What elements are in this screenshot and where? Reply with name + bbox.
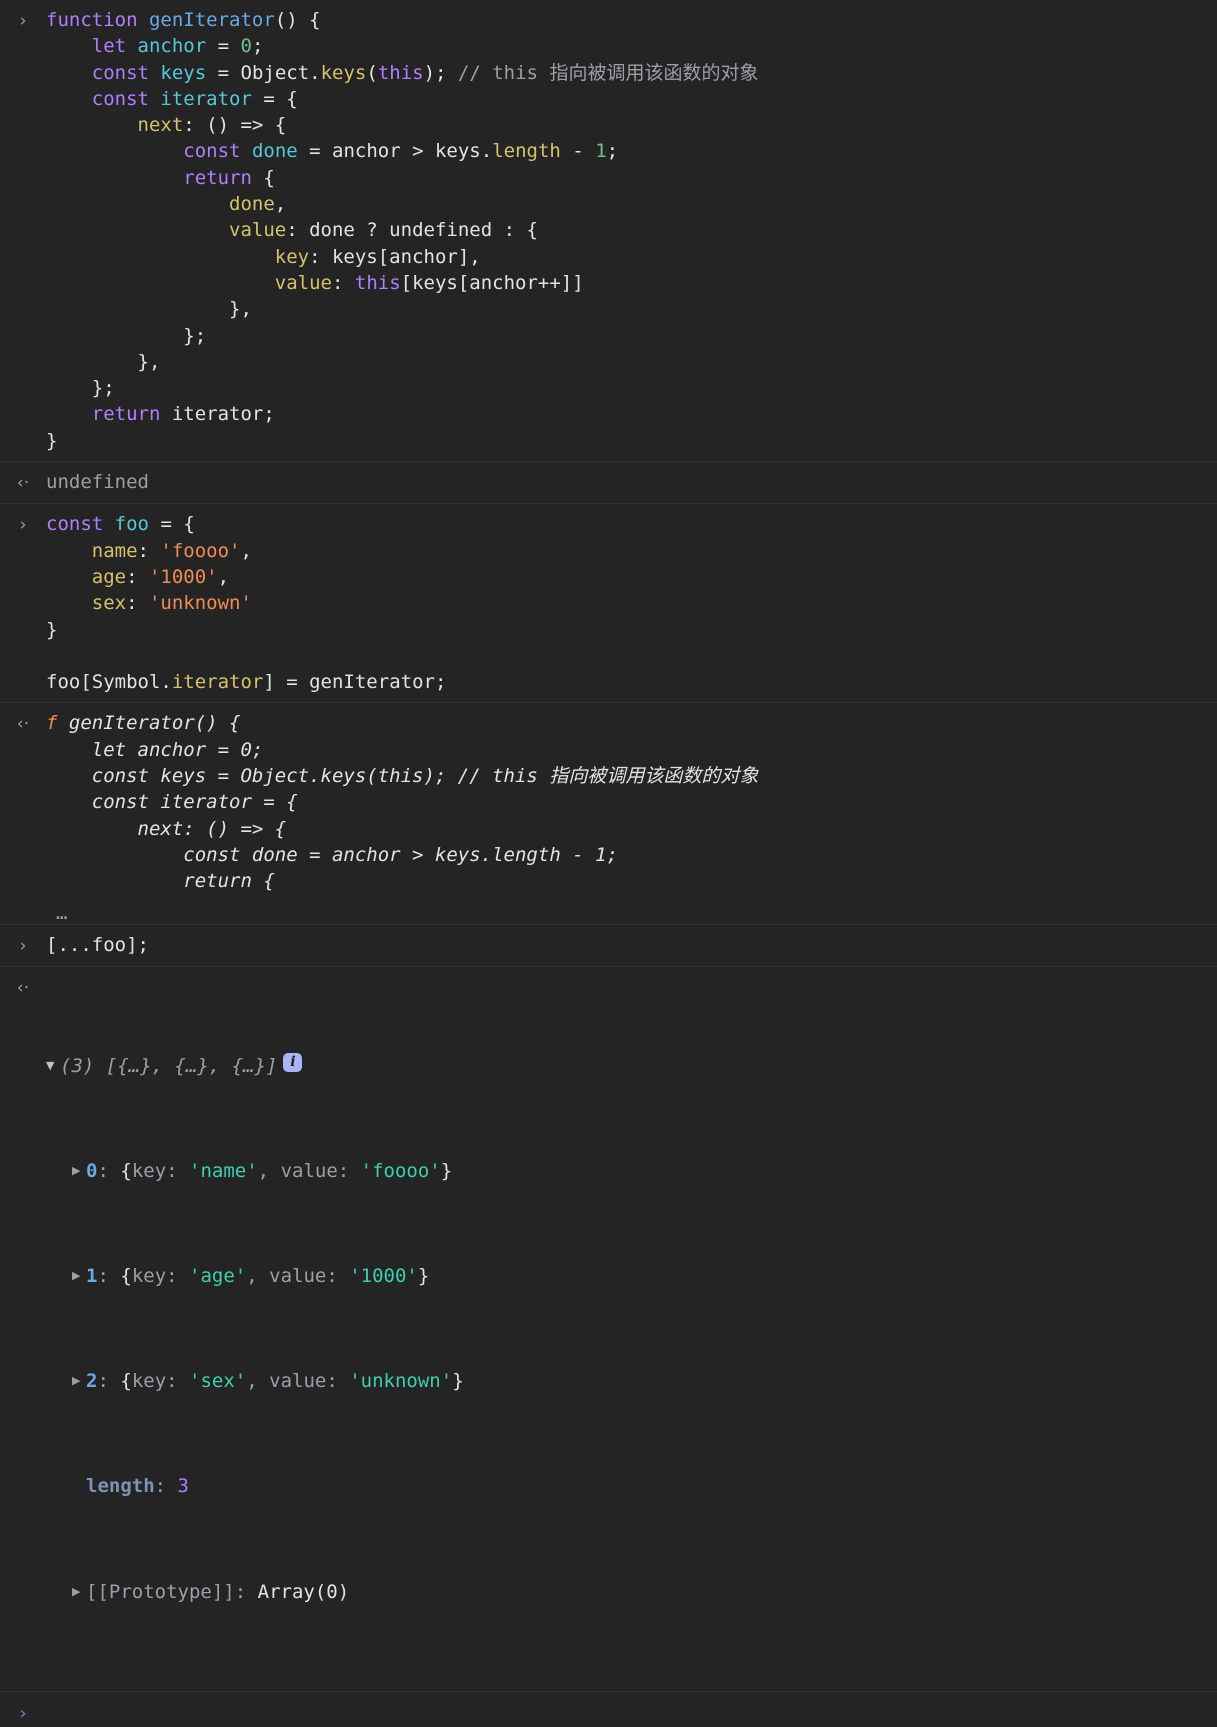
item-key-label: key: xyxy=(131,1265,178,1288)
triangle-collapsed-icon[interactable]: ▶ xyxy=(72,1158,86,1184)
item-value-value: '1000' xyxy=(349,1265,418,1288)
item-separator: : xyxy=(97,1159,109,1182)
console-message-input[interactable]: › [...foo]; xyxy=(0,924,1217,967)
array-item-index: 1 xyxy=(86,1265,98,1288)
result-truncation-ellipsis[interactable]: … xyxy=(0,902,1217,924)
array-item-row[interactable]: ▶ 0: {key: 'name', value: 'foooo'} xyxy=(46,1158,1211,1184)
item-open-brace: { xyxy=(120,1159,132,1182)
item-key-label: key: xyxy=(131,1370,178,1393)
length-label: length xyxy=(86,1475,155,1498)
item-value-label: value: xyxy=(269,1265,338,1288)
item-value-label: value: xyxy=(280,1159,350,1182)
devtools-console-panel: › function genIterator() { let anchor = … xyxy=(0,0,1217,1727)
triangle-collapsed-icon[interactable]: ▶ xyxy=(72,1368,86,1394)
item-value-value: 'foooo' xyxy=(360,1159,441,1182)
length-value: 3 xyxy=(177,1475,189,1498)
triangle-collapsed-icon[interactable]: ▶ xyxy=(72,1579,86,1605)
console-message-result: ‹· undefined xyxy=(0,462,1217,505)
console-input-code: const foo = { name: 'foooo', age: '1000'… xyxy=(46,513,447,694)
item-comma: , xyxy=(246,1370,258,1393)
input-chevron-icon: › xyxy=(19,11,27,31)
console-message-result: ‹· ▼ (3) [{…}, {…}, {…}] i ▶ 0: {key: 'name… xyxy=(0,966,1217,1692)
item-close-brace: } xyxy=(417,1265,430,1288)
function-marker: f xyxy=(46,712,58,735)
console-input-code: function genIterator() { let anchor = 0;… xyxy=(46,9,759,452)
item-value-value: 'unknown' xyxy=(349,1370,453,1393)
array-item-row[interactable]: ▶ 1: {key: 'age', value: '1000'} xyxy=(46,1263,1211,1289)
result-function-preview[interactable]: f genIterator() { let anchor = 0; const … xyxy=(46,710,1211,894)
console-message-input[interactable]: › function genIterator() { let anchor = … xyxy=(0,0,1217,463)
array-prototype-row[interactable]: ▶ [[Prototype]]: Array(0) xyxy=(46,1579,1211,1605)
array-item-index: 2 xyxy=(86,1370,98,1393)
prototype-label: [[Prototype]] xyxy=(86,1580,235,1603)
console-prompt-input[interactable] xyxy=(46,1701,1217,1727)
item-comma: , xyxy=(246,1265,258,1288)
output-chevron-icon: ‹· xyxy=(16,714,30,735)
item-comma: , xyxy=(257,1159,270,1182)
array-length-row: length: 3 xyxy=(46,1473,1211,1499)
console-message-input[interactable]: › const foo = { name: 'foooo', age: '100… xyxy=(0,504,1217,704)
array-object-inspector[interactable]: ▼ (3) [{…}, {…}, {…}] i ▶ 0: {key: 'name', … xyxy=(46,974,1211,1684)
array-item-row[interactable]: ▶ 2: {key: 'sex', value: 'unknown'} xyxy=(46,1368,1211,1394)
item-value-label: value: xyxy=(269,1370,338,1393)
item-key-label: key: xyxy=(131,1159,178,1182)
array-length-count: (3) xyxy=(60,1054,95,1077)
item-key-value: 'name' xyxy=(189,1159,258,1182)
console-input-code: [...foo]; xyxy=(46,933,149,956)
result-undefined-value: undefined xyxy=(46,471,149,494)
console-prompt-row[interactable]: › xyxy=(0,1691,1217,1727)
item-close-brace: } xyxy=(452,1370,464,1393)
item-key-value: 'sex' xyxy=(189,1370,247,1393)
array-preview: [{…}, {…}, {…}] xyxy=(105,1054,278,1077)
output-chevron-icon: ‹· xyxy=(16,473,30,494)
item-separator: : xyxy=(97,1265,109,1288)
input-chevron-icon: › xyxy=(19,935,27,956)
output-chevron-icon: ‹· xyxy=(16,977,30,998)
info-badge-icon[interactable]: i xyxy=(283,1052,303,1072)
item-close-brace: } xyxy=(440,1159,453,1182)
array-header-row[interactable]: ▼ (3) [{…}, {…}, {…}] i xyxy=(46,1052,1211,1079)
console-message-result: ‹· f genIterator() { let anchor = 0; con… xyxy=(0,703,1217,925)
item-open-brace: { xyxy=(120,1265,132,1288)
prototype-value[interactable]: Array(0) xyxy=(258,1579,350,1605)
prototype-separator: : xyxy=(234,1580,247,1603)
array-item-index: 0 xyxy=(86,1159,98,1182)
item-open-brace: { xyxy=(120,1370,132,1393)
item-key-value: 'age' xyxy=(189,1265,247,1288)
length-separator: : xyxy=(154,1475,167,1498)
item-separator: : xyxy=(97,1370,109,1393)
triangle-collapsed-icon[interactable]: ▶ xyxy=(72,1263,86,1289)
input-chevron-icon: › xyxy=(19,515,27,536)
prompt-chevron-icon: › xyxy=(19,1702,27,1724)
triangle-expanded-icon[interactable]: ▼ xyxy=(46,1053,60,1079)
